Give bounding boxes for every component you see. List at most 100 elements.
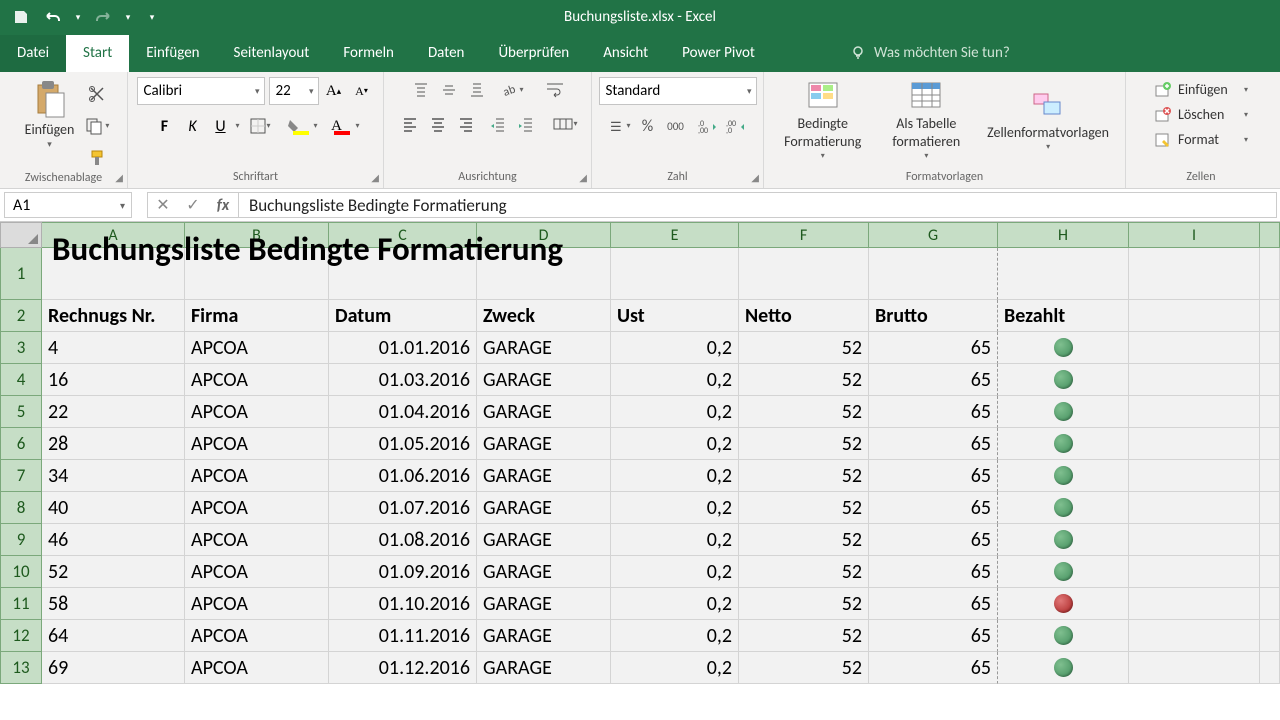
- number-format-combo[interactable]: Standard▾: [599, 77, 757, 105]
- grid-cell[interactable]: [1260, 332, 1280, 364]
- grid-cell[interactable]: [1260, 556, 1280, 588]
- grid-cell[interactable]: [1129, 588, 1260, 620]
- grid-cell[interactable]: [1260, 492, 1280, 524]
- grid-cell[interactable]: 52: [739, 556, 869, 588]
- grid-cell[interactable]: 0,2: [611, 524, 739, 556]
- grid-cell[interactable]: 0,2: [611, 396, 739, 428]
- tab-review[interactable]: Überprüfen: [481, 35, 586, 72]
- grid-cell[interactable]: 22: [42, 396, 185, 428]
- redo-dropdown[interactable]: ▾: [120, 3, 136, 31]
- grid-cell[interactable]: 16: [42, 364, 185, 396]
- tab-powerpivot[interactable]: Power Pivot: [665, 35, 772, 72]
- tab-start[interactable]: Start: [66, 35, 129, 72]
- grid-cell[interactable]: GARAGE: [477, 428, 611, 460]
- grid-cell[interactable]: [1129, 364, 1260, 396]
- grid-cell[interactable]: 0,2: [611, 364, 739, 396]
- grid-cell[interactable]: 01.04.2016: [329, 396, 477, 428]
- row-header-3[interactable]: 3: [0, 332, 42, 364]
- grid-cell[interactable]: APCOA: [185, 364, 329, 396]
- grid-cell[interactable]: [1129, 652, 1260, 684]
- grid-cell[interactable]: 65: [869, 492, 998, 524]
- grid-cell[interactable]: [611, 248, 739, 300]
- grid-cell[interactable]: APCOA: [185, 428, 329, 460]
- grid-cell[interactable]: GARAGE: [477, 588, 611, 620]
- grid-cell[interactable]: [1260, 524, 1280, 556]
- grid-cell[interactable]: 01.12.2016: [329, 652, 477, 684]
- col-header-A[interactable]: A: [42, 222, 185, 248]
- grid-cell[interactable]: [1260, 300, 1280, 332]
- format-painter-button[interactable]: [84, 145, 110, 171]
- grid-cell[interactable]: GARAGE: [477, 460, 611, 492]
- decrease-indent-button[interactable]: [485, 111, 511, 137]
- enter-formula-button[interactable]: ✓: [178, 195, 208, 215]
- increase-indent-button[interactable]: [513, 111, 539, 137]
- grid-cell[interactable]: 52: [739, 396, 869, 428]
- grid-cell[interactable]: 52: [739, 492, 869, 524]
- grid-cell[interactable]: APCOA: [185, 652, 329, 684]
- col-header-F[interactable]: F: [739, 222, 869, 248]
- grid-cell[interactable]: [1260, 460, 1280, 492]
- grid-cell[interactable]: [1129, 248, 1260, 300]
- grid-cell[interactable]: 0,2: [611, 428, 739, 460]
- row-header-2[interactable]: 2: [0, 300, 42, 332]
- grid-cell[interactable]: 52: [739, 652, 869, 684]
- decrease-font-button[interactable]: A▾: [349, 78, 375, 104]
- tell-me-search[interactable]: Was möchten Sie tun?: [850, 44, 1010, 62]
- grid-cell[interactable]: 65: [869, 652, 998, 684]
- conditional-formatting-button[interactable]: Bedingte Formatierung▾: [772, 77, 873, 163]
- format-as-table-button[interactable]: Als Tabelle formatieren▾: [875, 77, 977, 163]
- col-header-J[interactable]: [1260, 222, 1280, 248]
- grid-cell[interactable]: Firma: [185, 300, 329, 332]
- grid-cell[interactable]: APCOA: [185, 620, 329, 652]
- grid-cell[interactable]: APCOA: [185, 524, 329, 556]
- grid-cell[interactable]: [998, 396, 1129, 428]
- borders-button[interactable]: ▾: [247, 113, 273, 139]
- grid-cell[interactable]: Rechnugs Nr.: [42, 300, 185, 332]
- grid-cell[interactable]: [998, 524, 1129, 556]
- grid-cell[interactable]: 01.08.2016: [329, 524, 477, 556]
- grid-cell[interactable]: [185, 248, 329, 300]
- grid-cell[interactable]: [42, 248, 185, 300]
- grid-cell[interactable]: GARAGE: [477, 524, 611, 556]
- row-header-12[interactable]: 12: [0, 620, 42, 652]
- grid-cell[interactable]: GARAGE: [477, 492, 611, 524]
- grid-cell[interactable]: 52: [42, 556, 185, 588]
- copy-button[interactable]: ▾: [84, 113, 110, 139]
- insert-function-button[interactable]: fx: [208, 196, 238, 215]
- grid-cell[interactable]: 46: [42, 524, 185, 556]
- grid-cell[interactable]: 65: [869, 556, 998, 588]
- grid-cell[interactable]: GARAGE: [477, 332, 611, 364]
- grid-cell[interactable]: GARAGE: [477, 652, 611, 684]
- accounting-format-button[interactable]: ☰▾: [607, 113, 633, 139]
- redo-button[interactable]: [88, 3, 118, 31]
- fill-color-button[interactable]: [281, 113, 307, 139]
- grid-cell[interactable]: [869, 248, 998, 300]
- row-header-6[interactable]: 6: [0, 428, 42, 460]
- grid-cell[interactable]: Netto: [739, 300, 869, 332]
- grid-cell[interactable]: [477, 248, 611, 300]
- font-name-combo[interactable]: Calibri▾: [137, 77, 265, 105]
- orientation-button[interactable]: ab▾: [500, 77, 526, 103]
- formula-input[interactable]: Buchungsliste Bedingte Formatierung: [239, 192, 1277, 218]
- name-box[interactable]: A1▾: [4, 192, 132, 218]
- grid-cell[interactable]: APCOA: [185, 460, 329, 492]
- grid-cell[interactable]: [1260, 652, 1280, 684]
- number-launcher[interactable]: ◢: [751, 171, 759, 184]
- grid-cell[interactable]: [1129, 556, 1260, 588]
- font-size-combo[interactable]: 22▾: [269, 77, 319, 105]
- grid-cell[interactable]: [998, 620, 1129, 652]
- grid-cell[interactable]: [1260, 428, 1280, 460]
- grid-cell[interactable]: [998, 460, 1129, 492]
- grid-cell[interactable]: [739, 248, 869, 300]
- row-header-5[interactable]: 5: [0, 396, 42, 428]
- grid-cell[interactable]: 52: [739, 524, 869, 556]
- grid-cell[interactable]: 0,2: [611, 460, 739, 492]
- grid-cell[interactable]: 65: [869, 396, 998, 428]
- undo-button[interactable]: [38, 3, 68, 31]
- grid-cell[interactable]: APCOA: [185, 556, 329, 588]
- tab-file[interactable]: Datei: [0, 35, 66, 72]
- grid-cell[interactable]: 52: [739, 428, 869, 460]
- grid-cell[interactable]: [1129, 428, 1260, 460]
- tab-page-layout[interactable]: Seitenlayout: [217, 35, 327, 72]
- grid-cell[interactable]: 58: [42, 588, 185, 620]
